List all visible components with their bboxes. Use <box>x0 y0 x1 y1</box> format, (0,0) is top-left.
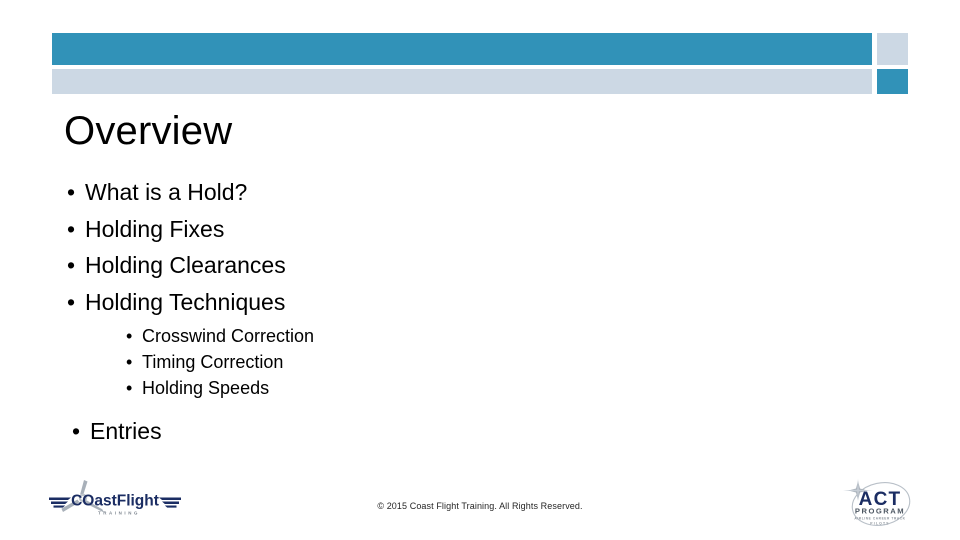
list-item-label: Crosswind Correction <box>142 326 315 346</box>
header-bar-bottom-light <box>52 69 872 94</box>
act-tagline: AIRLINE CAREER TRACK <box>854 517 905 521</box>
list-item-label: Holding Clearances <box>85 252 286 278</box>
slide-canvas: Overview • What is a Hold? • Holding Fix… <box>0 0 960 540</box>
act-program-logo: ACT PROGRAM AIRLINE CAREER TRACK PILOTS <box>836 477 918 531</box>
bullet-glyph-icon: • <box>67 252 76 278</box>
list-item: • Holding Clearances <box>64 247 864 284</box>
act-tagline-secondary: PILOTS <box>870 522 889 526</box>
bullet-list-level2: • Crosswind Correction • Timing Correcti… <box>85 323 864 401</box>
wing-right-icon <box>159 497 181 508</box>
list-item-label: Holding Fixes <box>85 215 225 242</box>
bullet-glyph-icon: • <box>67 179 76 205</box>
slide-body: • What is a Hold? • Holding Fixes • Hold… <box>64 174 864 450</box>
list-item: • Timing Correction <box>124 349 864 375</box>
bullet-list-level1-trailing: • Entries <box>64 413 864 450</box>
coast-flight-wordmark: COastFlight <box>71 493 159 510</box>
header-bar-top-blue <box>52 33 872 65</box>
page-title: Overview <box>64 109 233 153</box>
list-item: • Crosswind Correction <box>124 323 864 349</box>
bullet-glyph-icon: • <box>126 326 133 346</box>
list-item-label: Holding Speeds <box>142 378 270 398</box>
bullet-list-level1: • What is a Hold? • Holding Fixes • Hold… <box>64 174 864 401</box>
list-item-label: What is a Hold? <box>85 179 248 205</box>
list-item: • Holding Fixes <box>64 211 864 248</box>
list-item: • Entries <box>69 413 864 450</box>
list-item: • What is a Hold? <box>64 174 864 211</box>
list-item-label: Holding Techniques <box>85 288 286 315</box>
bullet-glyph-icon: • <box>72 418 81 444</box>
list-item-label: Timing Correction <box>142 352 284 372</box>
bullet-glyph-icon: • <box>126 378 133 398</box>
list-item-label: Entries <box>90 418 162 444</box>
bullet-glyph-icon: • <box>67 215 76 242</box>
header-block-bottom-blue <box>877 69 908 94</box>
list-item: • Holding Speeds <box>124 375 864 401</box>
coast-flight-training-logo: COastFlight TRAINING <box>47 478 183 526</box>
bullet-glyph-icon: • <box>126 352 133 372</box>
bullet-glyph-icon: • <box>67 288 76 315</box>
act-subtitle: PROGRAM <box>855 507 905 516</box>
header-block-top-light <box>877 33 908 65</box>
coast-flight-tagline: TRAINING <box>98 511 140 516</box>
list-item: • Holding Techniques • Crosswind Correct… <box>64 284 864 402</box>
